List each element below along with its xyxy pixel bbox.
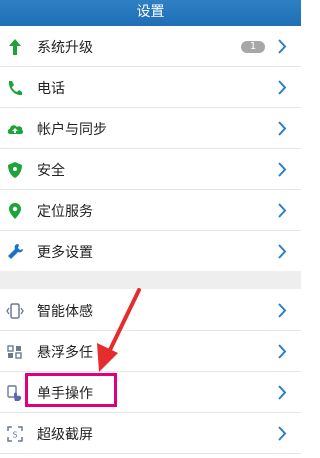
phone-icon bbox=[6, 79, 24, 97]
chevron-right-icon bbox=[277, 303, 287, 318]
section-divider bbox=[0, 271, 301, 289]
svg-text:S: S bbox=[12, 431, 17, 440]
settings-item-label: 定位服务 bbox=[37, 204, 93, 220]
arrow-up-icon bbox=[6, 38, 24, 56]
screenshot-icon: S bbox=[6, 425, 24, 443]
settings-item-system-update[interactable]: 系统升级 1 bbox=[0, 26, 301, 67]
phone-motion-icon bbox=[6, 302, 24, 320]
wrench-icon bbox=[6, 243, 24, 261]
chevron-right-icon bbox=[277, 244, 287, 259]
cloud-sync-icon bbox=[6, 120, 24, 138]
chevron-right-icon bbox=[277, 80, 287, 95]
chevron-right-icon bbox=[277, 344, 287, 359]
location-pin-icon bbox=[6, 202, 24, 220]
chevron-right-icon bbox=[277, 121, 287, 136]
shield-icon bbox=[6, 161, 24, 179]
settings-item-phone[interactable]: 电话 bbox=[0, 67, 301, 108]
settings-item-more-settings[interactable]: 更多设置 bbox=[0, 231, 301, 272]
settings-item-label: 安全 bbox=[37, 163, 65, 179]
settings-item-floating-multitask[interactable]: 悬浮多任 bbox=[0, 331, 301, 372]
annotation-highlight-box bbox=[25, 373, 117, 407]
page-title: 设置 bbox=[136, 4, 165, 20]
settings-item-super-screenshot[interactable]: S 超级截屏 bbox=[0, 413, 301, 454]
settings-item-label: 系统升级 bbox=[37, 40, 93, 56]
settings-item-label: 超级截屏 bbox=[37, 427, 93, 443]
settings-item-label: 悬浮多任 bbox=[37, 345, 93, 361]
settings-item-label: 帐户与同步 bbox=[37, 122, 107, 138]
settings-item-location[interactable]: 定位服务 bbox=[0, 190, 301, 231]
one-hand-icon bbox=[6, 384, 24, 402]
settings-item-accounts-sync[interactable]: 帐户与同步 bbox=[0, 108, 301, 149]
floating-window-icon bbox=[6, 343, 24, 361]
chevron-right-icon bbox=[277, 203, 287, 218]
settings-item-label: 更多设置 bbox=[37, 245, 93, 261]
chevron-right-icon bbox=[277, 385, 287, 400]
chevron-right-icon bbox=[277, 39, 287, 54]
update-count-badge: 1 bbox=[241, 41, 265, 53]
title-bar: 设置 bbox=[0, 0, 301, 26]
chevron-right-icon bbox=[277, 426, 287, 441]
settings-item-smart-motion[interactable]: 智能体感 bbox=[0, 290, 301, 331]
settings-item-security[interactable]: 安全 bbox=[0, 149, 301, 190]
chevron-right-icon bbox=[277, 162, 287, 177]
settings-item-label: 智能体感 bbox=[37, 304, 93, 320]
settings-item-label: 电话 bbox=[37, 81, 65, 97]
